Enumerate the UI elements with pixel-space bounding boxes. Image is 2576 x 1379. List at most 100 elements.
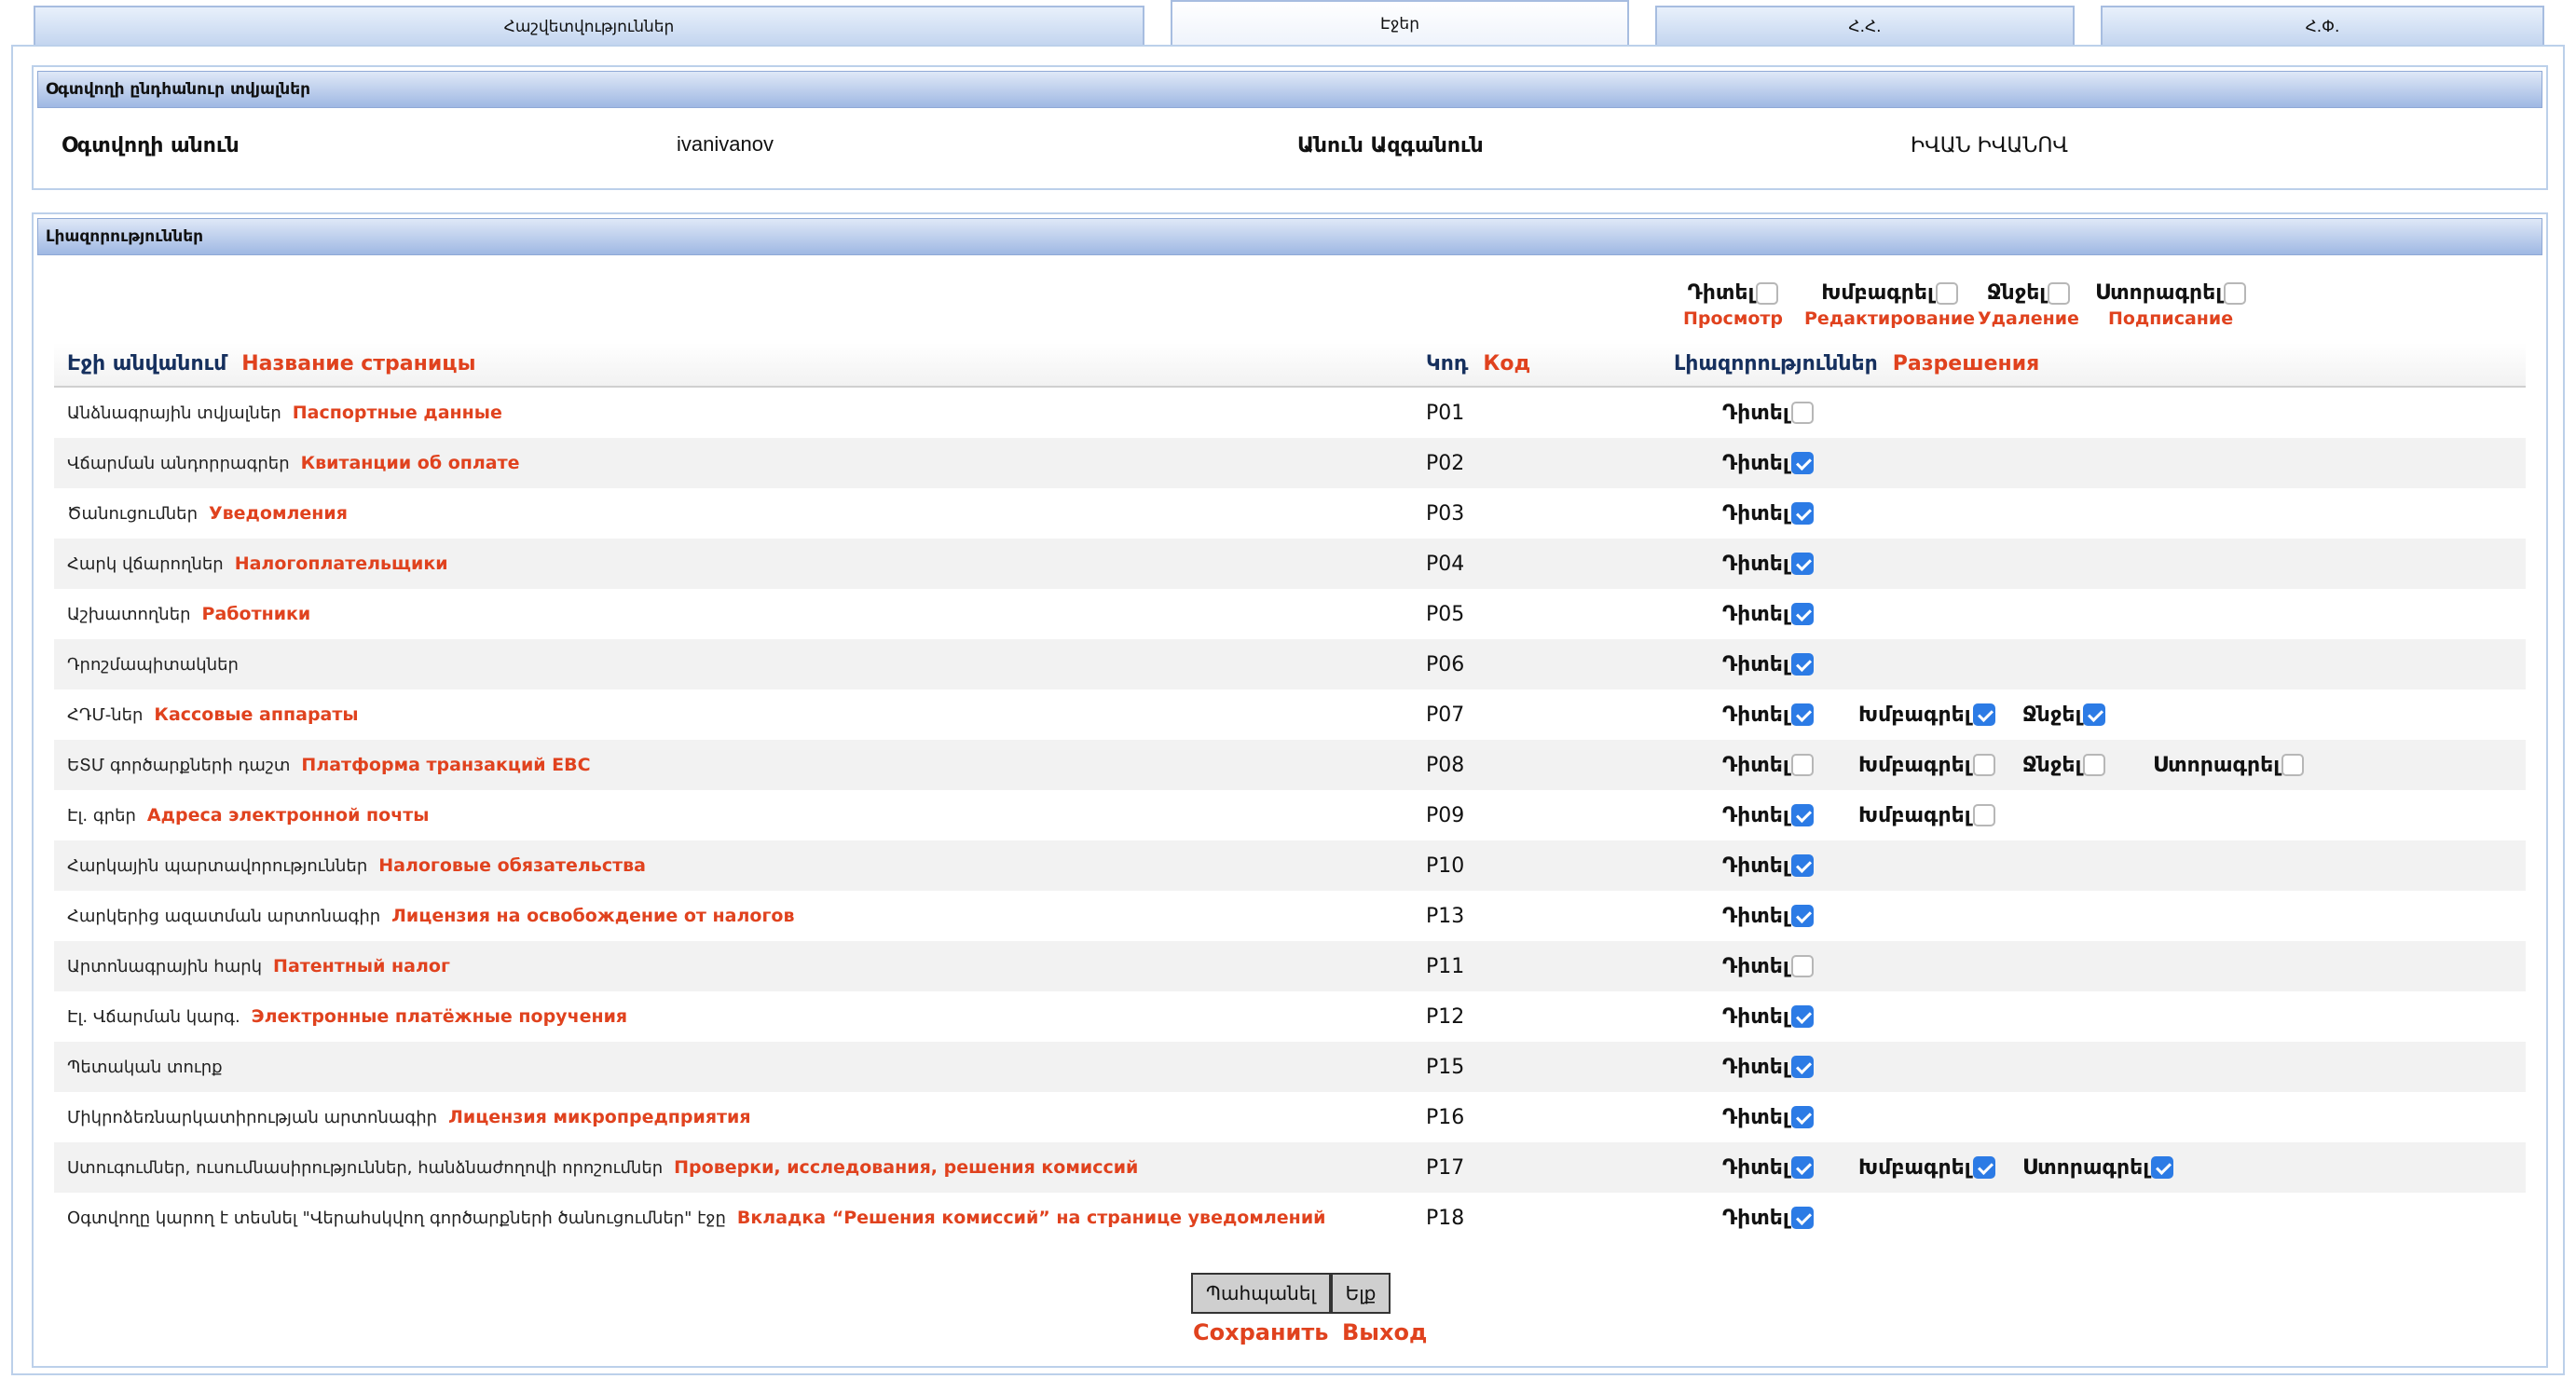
page-name: Դրոշմապիտակներ xyxy=(67,654,239,675)
permission-checkbox[interactable] xyxy=(1790,854,1814,877)
page-name: Անձնագրային տվյալներ xyxy=(67,403,281,423)
permission-label: Դիտել xyxy=(1722,853,1789,878)
page-name-cell: Պետական տուրք xyxy=(67,1042,223,1092)
page-code: P08 xyxy=(1426,753,1465,777)
page-name-ru: Кассовые аппараты xyxy=(154,704,359,725)
page-name-cell: Անձնագրային տվյալներ Паспортные данные xyxy=(67,388,502,438)
legend-delete-label: Ջնջել xyxy=(1986,281,2047,305)
table-row: Վճարման անդորրագրեր Квитанции об оплате P0… xyxy=(54,438,2526,488)
permission-label: Խմբագրել xyxy=(1858,703,1971,727)
exit-button[interactable]: Ելք xyxy=(1331,1273,1391,1314)
table-row: Պետական տուրք P15 Դիտել xyxy=(54,1042,2526,1092)
permission-label: Դիտել xyxy=(1722,753,1789,777)
permission-checkbox[interactable] xyxy=(1972,754,1995,776)
permission-label: Դիտել xyxy=(1722,602,1789,626)
page-name-cell: Օգտվողը կարող է տեսնել "Վերահսկվող գործա… xyxy=(67,1193,1325,1243)
permission-checkbox[interactable] xyxy=(1790,1056,1814,1078)
page-code: P12 xyxy=(1426,1004,1465,1029)
page-name-ru: Платформа транзакций ЕВС xyxy=(301,755,591,775)
table-row: Հարկ վճարողներ Налогоплательщики P04 Դիտել xyxy=(54,539,2526,589)
table-row: Օգտվողը կարող է տեսնել "Վերահսկվող գործա… xyxy=(54,1193,2526,1243)
save-button[interactable]: Պահպանել xyxy=(1191,1273,1331,1314)
page-code: P06 xyxy=(1426,652,1465,676)
select-all-view-checkbox[interactable] xyxy=(1756,281,1779,305)
page-name: Միկրոձեռնարկատիրության արտոնագիր xyxy=(67,1107,438,1127)
permission-checkbox[interactable] xyxy=(1790,402,1814,424)
permissions-cell: Դիտել Խմբագրել Ստորագրել xyxy=(1722,1142,2183,1193)
table-row: Անձնագրային տվյալներ Паспортные данные P01… xyxy=(54,388,2526,438)
page-code: P13 xyxy=(1426,904,1465,928)
page-code: P01 xyxy=(1426,401,1465,425)
legend-edit-label: Խմբագրել xyxy=(1821,281,1934,305)
permission-checkbox[interactable] xyxy=(1790,1207,1814,1229)
permission-item: Դիտել xyxy=(1722,553,1849,576)
permission-checkbox[interactable] xyxy=(1790,804,1814,826)
permission-label: Դիտել xyxy=(1722,552,1789,576)
permission-item: Դիտել xyxy=(1722,804,1849,827)
page-name-cell: Աշխատողներ Работники xyxy=(67,589,310,639)
permission-label: Դիտել xyxy=(1722,904,1789,928)
page-code: P15 xyxy=(1426,1055,1465,1079)
page-name-cell: ԵՏՄ գործարքների դաշտ Платформа транзакций… xyxy=(67,740,591,790)
permissions-cell: Դիտել xyxy=(1722,539,1858,589)
permission-checkbox[interactable] xyxy=(1790,703,1814,726)
page-name-ru: Лицензия микропредприятия xyxy=(448,1107,751,1127)
permissions-cell: Դիտել xyxy=(1722,639,1858,690)
permission-label: Դիտել xyxy=(1722,703,1789,727)
page-name-cell: Էլ. Վճարման կարգ. Электронные платёжные п… xyxy=(67,991,627,1042)
permission-checkbox[interactable] xyxy=(1790,653,1814,676)
permission-item: Ստորագրել xyxy=(2153,754,2305,777)
permissions-cell: Դիտել xyxy=(1722,1092,1858,1142)
legend-edit-ru: Редактирование xyxy=(1804,308,1976,329)
permissions-cell: Դիտել xyxy=(1722,1042,1858,1092)
permission-checkbox[interactable] xyxy=(2151,1156,2174,1179)
permission-checkbox[interactable] xyxy=(1790,1005,1814,1028)
tab-reports[interactable]: Հաշվետվություններ xyxy=(34,6,1144,47)
legend-sign-ru: Подписание xyxy=(2107,308,2234,329)
permission-item: Դիտել xyxy=(1722,653,1849,676)
table-row: Էլ. գրեր Адреса электронной почты P09 Դիտել… xyxy=(54,790,2526,840)
page-name-ru: Квитанции об оплате xyxy=(300,453,520,473)
page-name-cell: Վճարման անդորրագրեր Квитанции об оплате xyxy=(67,438,520,488)
permission-checkbox[interactable] xyxy=(1790,553,1814,575)
permission-item: Դիտել xyxy=(1722,905,1849,928)
permission-checkbox[interactable] xyxy=(1790,905,1814,927)
page-name: Հարկային պարտավորություններ xyxy=(67,855,368,876)
permission-checkbox[interactable] xyxy=(2083,703,2106,726)
permissions-cell: Դիտել xyxy=(1722,941,1858,991)
permission-checkbox[interactable] xyxy=(1790,754,1814,776)
page-name: Ստուգումներ, ուսումնասիրություններ, հանձ… xyxy=(67,1157,664,1178)
permission-checkbox[interactable] xyxy=(1790,502,1814,525)
permission-checkbox[interactable] xyxy=(2083,754,2106,776)
page-name-ru: Паспортные данные xyxy=(292,403,502,423)
permission-label: Դիտել xyxy=(1722,803,1789,827)
permission-checkbox[interactable] xyxy=(1972,804,1995,826)
select-all-delete-checkbox[interactable] xyxy=(2048,281,2071,305)
select-all-sign-checkbox[interactable] xyxy=(2224,281,2247,305)
permissions-cell: Դիտել Խմբագրել xyxy=(1722,790,2022,840)
permission-checkbox[interactable] xyxy=(1790,603,1814,625)
permissions-table-header: Էջի անվանում Название страницы Կոդ Код Լիա… xyxy=(54,343,2526,388)
tab-pages[interactable]: Էջեր xyxy=(1171,0,1629,47)
select-all-edit-checkbox[interactable] xyxy=(1935,281,1958,305)
tab-hh[interactable]: Հ.Հ. xyxy=(1655,6,2075,47)
permissions-cell: Դիտել Խմբագրել Ջնջել xyxy=(1722,690,2153,740)
permission-checkbox[interactable] xyxy=(1790,955,1814,977)
table-row: Հարկերից ազատման արտոնագիր Лицензия на ос… xyxy=(54,891,2526,941)
permission-checkbox[interactable] xyxy=(1972,703,1995,726)
table-row: Միկրոձեռնարկատիրության արտոնագիր Лицензия… xyxy=(54,1092,2526,1142)
permission-label: Ստորագրել xyxy=(2022,1155,2150,1180)
page-name-cell: Դրոշմապիտակներ xyxy=(67,639,239,690)
page-name-ru: Работники xyxy=(201,604,311,624)
tab-hp[interactable]: Հ.Փ. xyxy=(2101,6,2544,47)
permission-checkbox[interactable] xyxy=(1790,1156,1814,1179)
legend-sign: Ստորագրել Подписание xyxy=(2095,281,2247,329)
permission-item: Դիտել xyxy=(1722,603,1849,626)
permission-checkbox[interactable] xyxy=(2281,754,2305,776)
permission-checkbox[interactable] xyxy=(1790,452,1814,474)
permission-checkbox[interactable] xyxy=(1790,1106,1814,1128)
page-name-cell: Ծանուցումներ Уведомления xyxy=(67,488,348,539)
user-info-title: Օգտվողի ընդհանուր տվյալներ xyxy=(37,71,2542,108)
permission-checkbox[interactable] xyxy=(1972,1156,1995,1179)
exit-ru-label: Выход xyxy=(1342,1319,1428,1345)
